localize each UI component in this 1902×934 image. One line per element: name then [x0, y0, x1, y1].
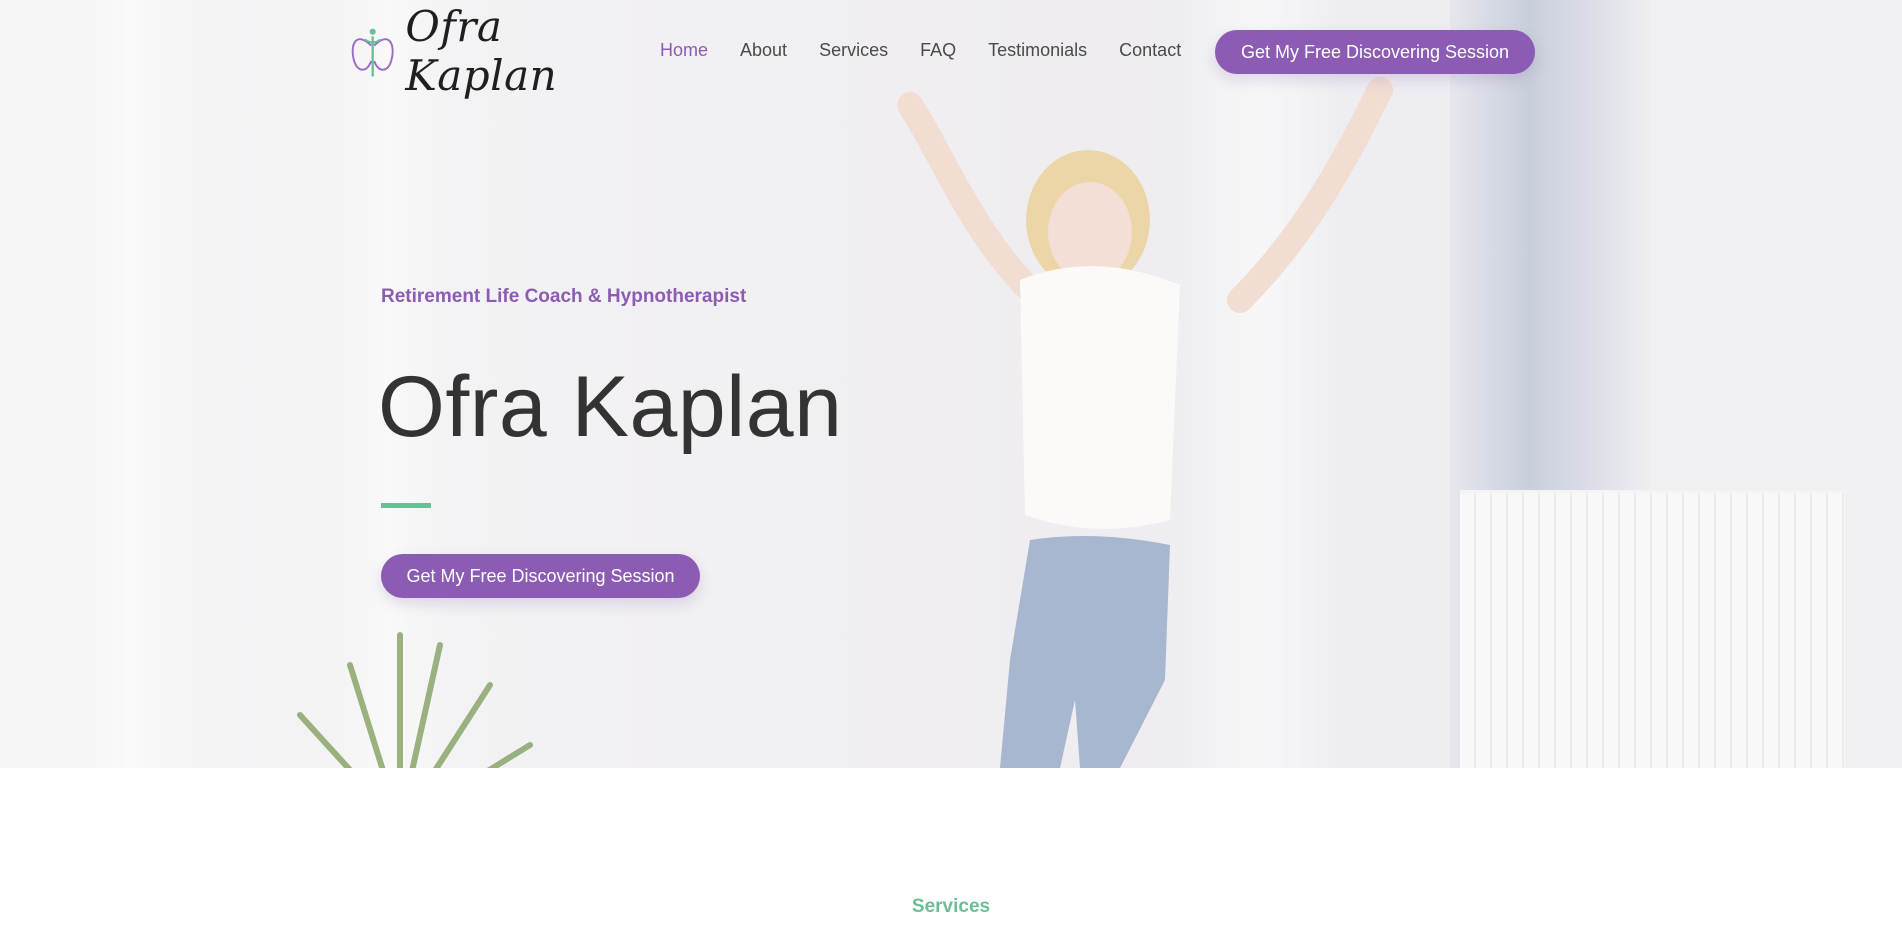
header-cta-button[interactable]: Get My Free Discovering Session	[1215, 30, 1535, 74]
main-nav: Home About Services FAQ Testimonials Con…	[660, 36, 1213, 64]
plant-image	[297, 632, 533, 768]
site-logo[interactable]: Ofra Kaplan	[348, 2, 608, 100]
logo-text: Ofra Kaplan	[405, 2, 558, 100]
hero-person-image	[897, 77, 1393, 768]
hero-cta-button[interactable]: Get My Free Discovering Session	[381, 554, 700, 598]
nav-testimonials[interactable]: Testimonials	[988, 36, 1087, 64]
services-section-label: Services	[911, 896, 991, 917]
hero-background	[0, 0, 1902, 768]
decorative-screen	[1460, 490, 1845, 768]
butterfly-logo-icon	[351, 28, 394, 77]
hero-divider	[381, 503, 431, 508]
hero-tagline: Retirement Life Coach & Hypnotherapist	[381, 286, 747, 307]
nav-services[interactable]: Services	[819, 36, 888, 64]
nav-faq[interactable]: FAQ	[920, 36, 956, 64]
nav-home[interactable]: Home	[660, 36, 708, 64]
nav-contact[interactable]: Contact	[1119, 36, 1181, 64]
curtain-highlight	[60, 0, 200, 768]
nav-about[interactable]: About	[740, 36, 787, 64]
hero-title: Ofra Kaplan	[378, 359, 843, 455]
